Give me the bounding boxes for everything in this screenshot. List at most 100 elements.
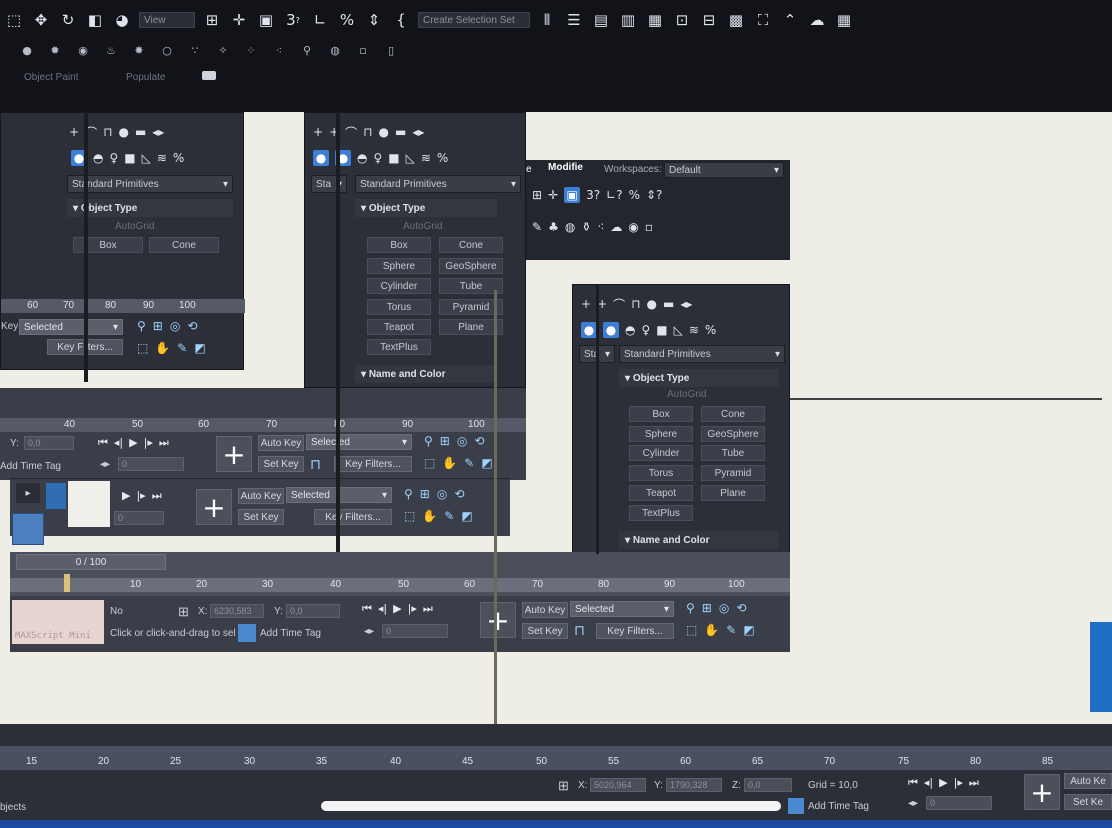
pan-icon[interactable]: ✋ <box>442 456 457 470</box>
region-zoom-icon[interactable]: ⬚ <box>686 623 697 637</box>
orbit-icon[interactable]: ⟲ <box>736 601 746 615</box>
object-type-rollout-right[interactable]: ▾ Object Type <box>619 369 779 387</box>
modify-tab-icon[interactable]: ⌒ <box>345 124 357 141</box>
motion-tab-icon[interactable]: ● <box>647 297 657 311</box>
select-arrow-icon[interactable] <box>46 483 66 509</box>
zoom-icon[interactable]: ⚲ <box>424 434 433 448</box>
next-frame-icon[interactable]: |▸ <box>954 776 963 790</box>
snaps-toggle-icon[interactable]: 3? <box>586 188 600 202</box>
panel-options-icon[interactable] <box>202 71 216 80</box>
time-tag-icon[interactable] <box>238 624 256 642</box>
new-key-icon[interactable]: + <box>216 436 252 472</box>
add-time-tag-label[interactable]: Add Time Tag <box>260 628 321 639</box>
shapes-icon[interactable]: ◓ <box>357 151 367 165</box>
sun-icon[interactable]: ✹ <box>48 40 62 60</box>
autogrid-checkbox[interactable]: AutoGrid <box>115 221 154 232</box>
plane-button[interactable]: Plane <box>701 485 765 501</box>
view-cube-thumb[interactable] <box>68 481 110 527</box>
go-to-end-icon[interactable]: ⏭ <box>159 436 169 450</box>
sphere-button[interactable]: Sphere <box>367 258 431 274</box>
angle-snap-icon[interactable]: ∟ <box>310 10 330 30</box>
utilities-tab-icon[interactable]: ◂▸ <box>680 297 692 311</box>
x-coord-field[interactable]: 5020,964 <box>590 778 646 792</box>
ring-icon[interactable]: ○ <box>160 40 174 60</box>
textplus-button[interactable]: TextPlus <box>629 505 693 521</box>
play-icon[interactable]: ▶ <box>393 602 401 616</box>
edit-named-selection-icon[interactable]: { <box>391 10 411 30</box>
category-dropdown-left[interactable]: Standard Primitives <box>67 175 233 193</box>
zoom-icon[interactable]: ⚲ <box>137 319 146 333</box>
frame-icon[interactable]: ▯ <box>384 40 398 60</box>
render-setup-icon[interactable]: ▩ <box>726 10 746 30</box>
curve-editor-icon[interactable]: ▦ <box>645 10 665 30</box>
play-icon[interactable]: ▶ <box>122 489 130 503</box>
menu-fragment[interactable]: e <box>526 164 532 175</box>
orbit-icon[interactable]: ⟲ <box>454 487 464 501</box>
hierarchy-tab-icon[interactable]: ⊓ <box>103 125 112 139</box>
bulb-icon[interactable]: ♨ <box>104 40 118 60</box>
hierarchy-tab-icon[interactable]: ⊓ <box>631 297 640 311</box>
set-key-button[interactable]: Set Ke <box>1064 794 1112 810</box>
drop-icon[interactable]: ⚱ <box>581 220 591 234</box>
zoom-icon[interactable]: ⚲ <box>686 601 695 615</box>
tab-object-paint[interactable]: Object Paint <box>24 72 78 83</box>
a360-icon[interactable]: ▦ <box>834 10 854 30</box>
current-frame-field[interactable]: 0 <box>114 511 164 525</box>
auto-key-button[interactable]: Auto Ke <box>1064 773 1112 789</box>
go-to-end-icon[interactable]: ⏭ <box>423 602 433 616</box>
zoom-all-icon[interactable]: ⊞ <box>440 434 450 448</box>
snaps-toggle-icon[interactable]: 3? <box>283 10 303 30</box>
lights-icon[interactable]: ♀ <box>641 323 650 337</box>
sparkle-icon[interactable]: ✧ <box>216 40 230 60</box>
time-tag-icon[interactable] <box>788 798 804 814</box>
zoom-extents-icon[interactable]: ◎ <box>170 319 180 333</box>
pan-icon[interactable]: ✋ <box>422 509 437 523</box>
z-coord-field[interactable]: 0,0 <box>744 778 792 792</box>
go-to-start-icon[interactable]: ⏮ <box>362 602 372 616</box>
pan-icon[interactable]: ✋ <box>704 623 719 637</box>
y-coord-field[interactable]: 1790,328 <box>666 778 722 792</box>
menu-modifiers[interactable]: Modifie <box>548 162 583 173</box>
systems-icon[interactable]: % <box>173 151 184 165</box>
add-time-tag-label[interactable]: Add Time Tag <box>808 801 869 812</box>
x-coord-field[interactable]: 6230,583 <box>210 604 264 618</box>
material-editor-icon[interactable]: ⊟ <box>699 10 719 30</box>
lights-icon[interactable]: ♀ <box>373 151 382 165</box>
select-region-icon[interactable]: ⬚ <box>4 10 24 30</box>
key-mode-icon[interactable]: ◂▸ <box>364 626 374 637</box>
cylinder-button[interactable]: Cylinder <box>367 278 431 294</box>
sphere-button[interactable]: Sphere <box>629 426 693 442</box>
zoom-extents-icon[interactable]: ◎ <box>437 487 447 501</box>
select-manipulate-icon[interactable]: ▣ <box>256 10 276 30</box>
category-dropdown-right[interactable]: Standard Primitives <box>619 345 785 363</box>
globe-icon[interactable]: ◍ <box>565 220 575 234</box>
go-to-start-icon[interactable]: ⏮ <box>98 436 108 450</box>
snap-move-icon[interactable]: ✛ <box>229 10 249 30</box>
placement-icon[interactable]: ◕ <box>112 10 132 30</box>
pivot-icon[interactable]: ⊞ <box>202 10 222 30</box>
autogrid-checkbox[interactable]: AutoGrid <box>667 389 706 400</box>
auto-key-button[interactable]: Auto Key <box>522 602 568 618</box>
tab-populate[interactable]: Populate <box>126 72 165 83</box>
go-to-end-icon[interactable]: ⏭ <box>152 489 162 503</box>
align-icon[interactable]: ☰ <box>564 10 584 30</box>
display-tab-icon[interactable]: ▬ <box>395 125 406 139</box>
cone-button[interactable]: Cone <box>701 406 765 422</box>
current-frame-field[interactable]: 0 <box>118 457 184 471</box>
walk-icon[interactable]: ✎ <box>464 456 474 470</box>
maximize-icon[interactable]: ◩ <box>481 456 492 470</box>
maxscript-listener[interactable]: MAXScript Mini <box>12 600 104 644</box>
cone-button[interactable]: Cone <box>149 237 219 253</box>
play-icon[interactable]: ▶ <box>939 776 947 790</box>
ribbon-icon[interactable]: ▥ <box>618 10 638 30</box>
geometry-icon[interactable]: ● <box>313 150 329 166</box>
scatter-icon[interactable]: ⁖ <box>272 40 286 60</box>
systems-icon[interactable]: % <box>705 323 716 337</box>
helpers-icon[interactable]: ◺ <box>142 151 151 165</box>
helpers-icon[interactable]: ◺ <box>674 323 683 337</box>
create-tab-icon[interactable]: + <box>69 125 79 139</box>
box-button[interactable]: Box <box>367 237 431 253</box>
box-button[interactable]: Box <box>629 406 693 422</box>
scale-icon[interactable]: ◧ <box>85 10 105 30</box>
maximize-icon[interactable]: ◩ <box>743 623 754 637</box>
